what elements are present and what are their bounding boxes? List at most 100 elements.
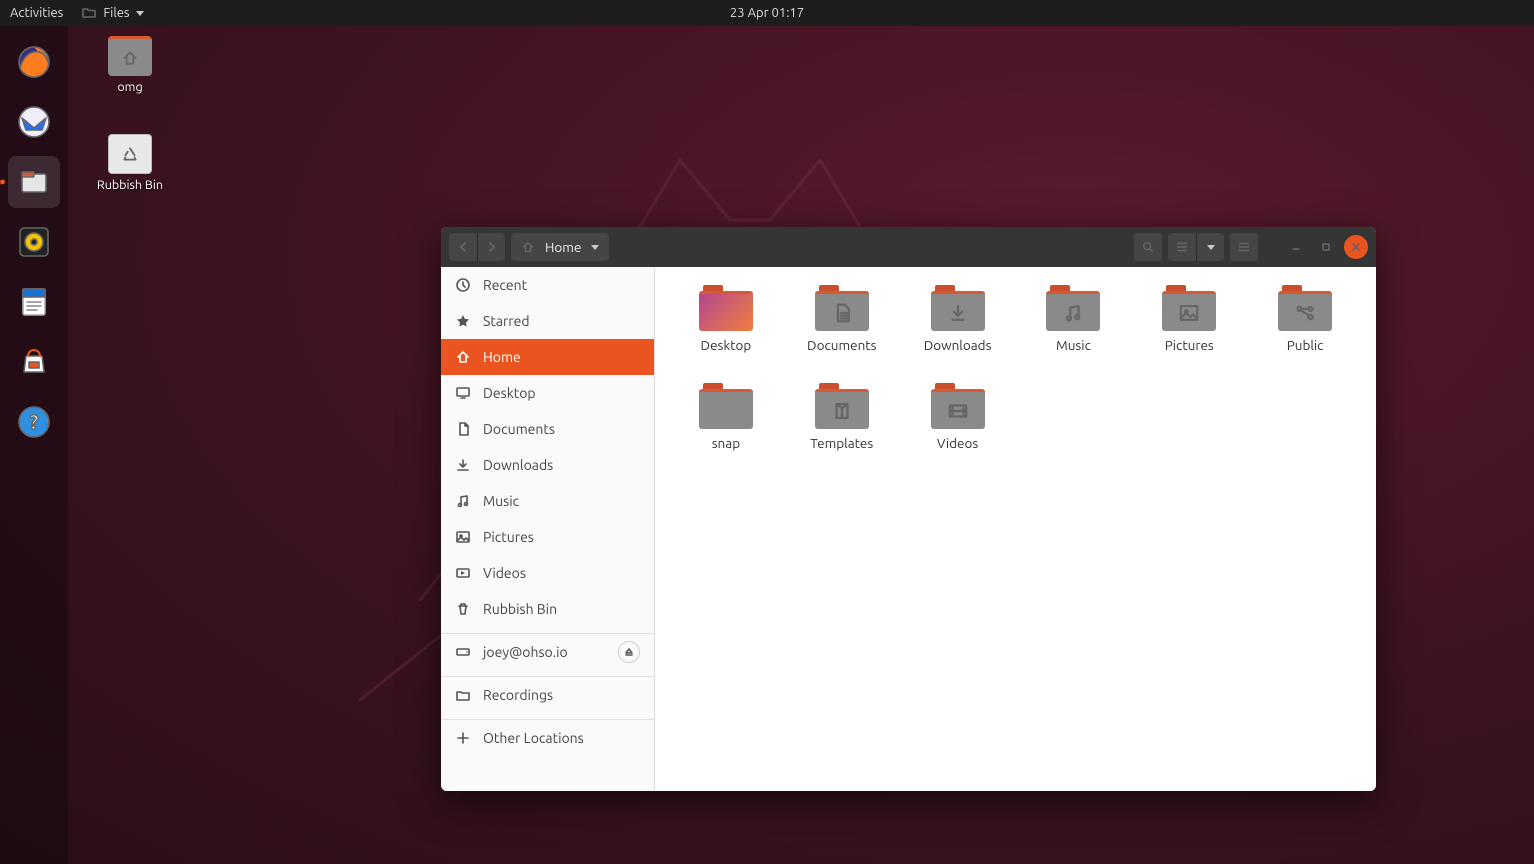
folder-templates[interactable]: Templates — [793, 383, 891, 451]
dock-item-firefox[interactable] — [8, 36, 60, 88]
sidebar-item-pictures[interactable]: Pictures — [441, 519, 654, 555]
sidebar-item-home[interactable]: Home — [441, 339, 654, 375]
view-list-button[interactable] — [1168, 233, 1196, 261]
folder-icon — [931, 285, 985, 331]
folder-videos[interactable]: Videos — [909, 383, 1007, 451]
sidebar-item-recordings[interactable]: Recordings — [441, 677, 654, 713]
dock-item-ubuntu-software[interactable] — [8, 336, 60, 388]
svg-text:?: ? — [30, 410, 39, 433]
sidebar-item-label: joey@ohso.io — [483, 644, 568, 660]
folder-icon — [931, 383, 985, 429]
libreoffice-writer-icon — [12, 280, 56, 324]
sidebar-item-label: Other Locations — [483, 730, 584, 746]
sidebar-item-label: Home — [483, 349, 521, 365]
back-button[interactable] — [449, 233, 477, 261]
chevron-down-icon — [591, 245, 599, 250]
sidebar-item-joey-ohso-io[interactable]: joey@ohso.io — [441, 634, 654, 670]
thunderbird-icon — [12, 100, 56, 144]
file-label: Public — [1287, 337, 1324, 353]
folder-public[interactable]: Public — [1256, 285, 1354, 353]
minimize-button[interactable] — [1284, 235, 1308, 259]
sidebar-item-label: Recordings — [483, 687, 553, 703]
sidebar-item-label: Pictures — [483, 529, 534, 545]
dock-item-rhythmbox[interactable] — [8, 216, 60, 268]
firefox-icon — [12, 40, 56, 84]
clock-icon — [455, 277, 471, 293]
hamburger-menu-button[interactable] — [1230, 233, 1258, 261]
sidebar-item-label: Desktop — [483, 385, 536, 401]
chevron-down-icon — [1207, 245, 1215, 250]
folder-desktop[interactable]: Desktop — [677, 285, 775, 353]
titlebar[interactable]: Home — [441, 227, 1376, 267]
forward-button[interactable] — [477, 233, 505, 261]
star-icon — [455, 313, 471, 329]
folder-icon — [1162, 285, 1216, 331]
dock-item-help[interactable]: ? — [8, 396, 60, 448]
sidebar-item-videos[interactable]: Videos — [441, 555, 654, 591]
search-button[interactable] — [1134, 233, 1162, 261]
desktop-icon-omg[interactable]: omg — [90, 36, 170, 94]
dock-item-libreoffice-writer[interactable] — [8, 276, 60, 328]
file-label: Videos — [937, 435, 978, 451]
sidebar-item-label: Videos — [483, 565, 526, 581]
activities-button[interactable]: Activities — [10, 6, 63, 20]
folder-icon — [455, 687, 471, 703]
sidebar-item-starred[interactable]: Starred — [441, 303, 654, 339]
eject-button[interactable] — [618, 641, 640, 663]
folder-icon — [699, 285, 753, 331]
sidebar-item-music[interactable]: Music — [441, 483, 654, 519]
folder-icon — [815, 383, 869, 429]
rhythmbox-icon — [12, 220, 56, 264]
documents-icon — [455, 421, 471, 437]
home-icon — [521, 240, 535, 254]
folder-icon — [81, 5, 97, 21]
folder-music[interactable]: Music — [1025, 285, 1123, 353]
sidebar-item-other-locations[interactable]: Other Locations — [441, 720, 654, 756]
sidebar-item-documents[interactable]: Documents — [441, 411, 654, 447]
view-options-button[interactable] — [1196, 233, 1224, 261]
files-icon — [12, 160, 56, 204]
music-icon — [455, 493, 471, 509]
dock-item-files[interactable] — [8, 156, 60, 208]
sidebar-item-rubbish-bin[interactable]: Rubbish Bin — [441, 591, 654, 627]
folder-icon — [1046, 285, 1100, 331]
recycle-icon — [121, 145, 139, 163]
downloads-icon — [455, 457, 471, 473]
file-label: Templates — [810, 435, 873, 451]
folder-snap[interactable]: snap — [677, 383, 775, 451]
sidebar-item-downloads[interactable]: Downloads — [441, 447, 654, 483]
sidebar: Recent Starred Home Desktop Documents Downloa… — [441, 267, 655, 791]
folder-icon — [1278, 285, 1332, 331]
home-icon — [455, 349, 471, 365]
sidebar-item-recent[interactable]: Recent — [441, 267, 654, 303]
folder-icon — [699, 383, 753, 429]
files-window: Home Recent Starred Home Desktop Documents Do… — [441, 227, 1376, 791]
home-icon — [121, 49, 139, 67]
pictures-icon — [455, 529, 471, 545]
folder-downloads[interactable]: Downloads — [909, 285, 1007, 353]
app-menu[interactable]: Files — [81, 5, 143, 21]
clock[interactable]: 23 Apr 01:17 — [730, 6, 804, 20]
desktop-icon-rubbish-bin[interactable]: Rubbish Bin — [84, 134, 176, 192]
file-grid[interactable]: Desktop Documents Downloads Music Pictures Pu… — [655, 267, 1376, 791]
videos-icon — [455, 565, 471, 581]
file-label: snap — [712, 435, 740, 451]
drive-icon — [455, 644, 471, 660]
dock-item-thunderbird[interactable] — [8, 96, 60, 148]
trash-icon — [455, 601, 471, 617]
folder-icon — [815, 285, 869, 331]
path-bar[interactable]: Home — [511, 233, 609, 261]
maximize-button[interactable] — [1314, 235, 1338, 259]
dock: ? — [0, 26, 68, 864]
folder-documents[interactable]: Documents — [793, 285, 891, 353]
sidebar-item-label: Starred — [483, 313, 530, 329]
sidebar-item-label: Downloads — [483, 457, 553, 473]
folder-pictures[interactable]: Pictures — [1140, 285, 1238, 353]
close-button[interactable] — [1344, 235, 1368, 259]
desktop-icon — [455, 385, 471, 401]
sidebar-item-label: Music — [483, 493, 519, 509]
file-label: Pictures — [1165, 337, 1214, 353]
sidebar-item-desktop[interactable]: Desktop — [441, 375, 654, 411]
top-bar: Activities Files 23 Apr 01:17 — [0, 0, 1534, 26]
ubuntu-software-icon — [12, 340, 56, 384]
